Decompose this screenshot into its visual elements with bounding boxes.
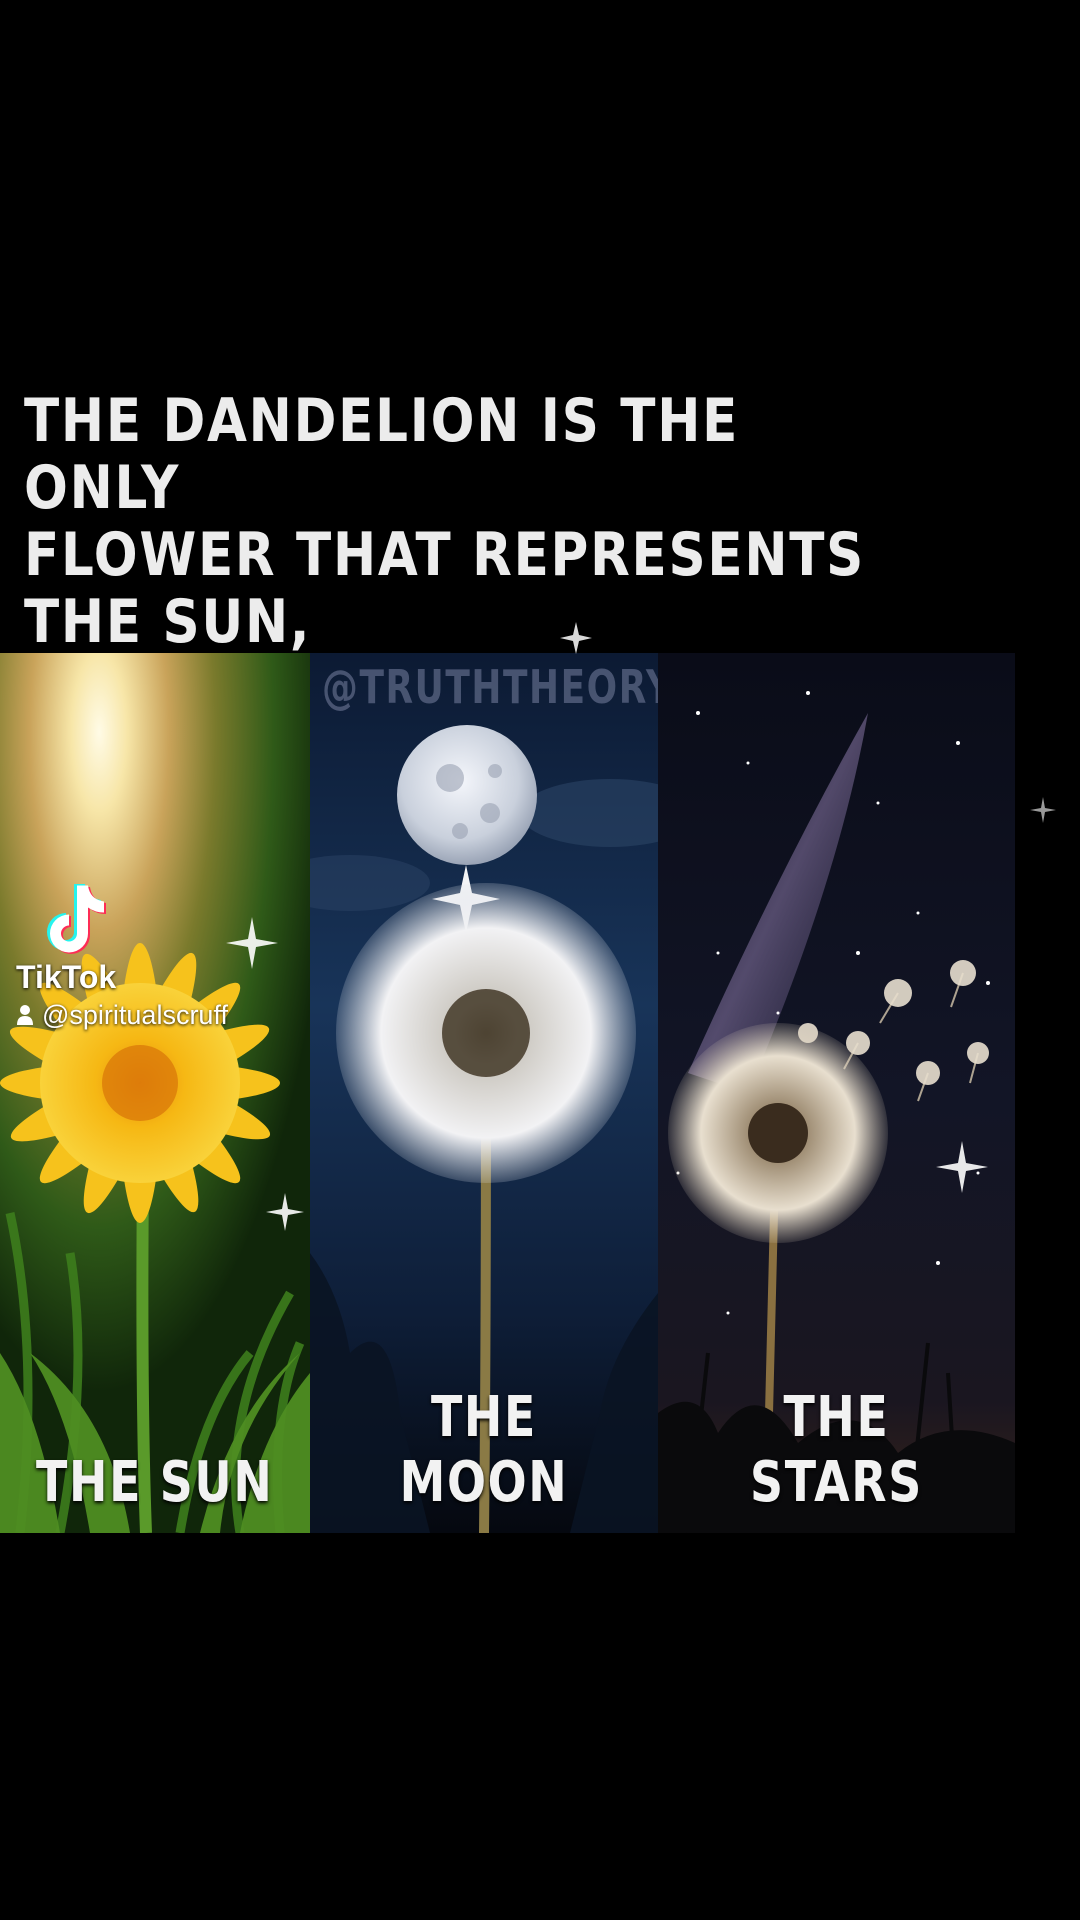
sun-panel: THE SUN — [0, 653, 310, 1533]
sparkle-icon — [560, 622, 592, 654]
tiktok-logo-icon — [47, 884, 106, 954]
sun-dandelion-image — [0, 653, 310, 1533]
moon-panel: @TRUTHTHEORY THE MOON — [310, 653, 658, 1533]
user-icon — [17, 1005, 33, 1025]
moon-caption: THE MOON — [399, 1385, 569, 1515]
stars-panel: THE STARS — [658, 653, 1015, 1533]
tiktok-username: @spiritualscruff — [16, 1000, 228, 1031]
image-panels: THE SUN @TRUTHTHEORY THE MOON THE STARS — [0, 653, 1015, 1533]
sparkle-icon — [1030, 797, 1056, 823]
watermark-text: @TRUTHTHEORY — [322, 660, 658, 714]
stars-caption: THE STARS — [749, 1385, 923, 1515]
tiktok-username-text: @spiritualscruff — [42, 1000, 228, 1030]
video-frame: THE DANDELION IS THE ONLY FLOWER THAT RE… — [0, 0, 1080, 1920]
tiktok-watermark: TikTok @spiritualscruff — [16, 878, 228, 1031]
sun-caption: THE SUN — [36, 1450, 274, 1515]
tiktok-brand-label: TikTok — [16, 959, 117, 995]
